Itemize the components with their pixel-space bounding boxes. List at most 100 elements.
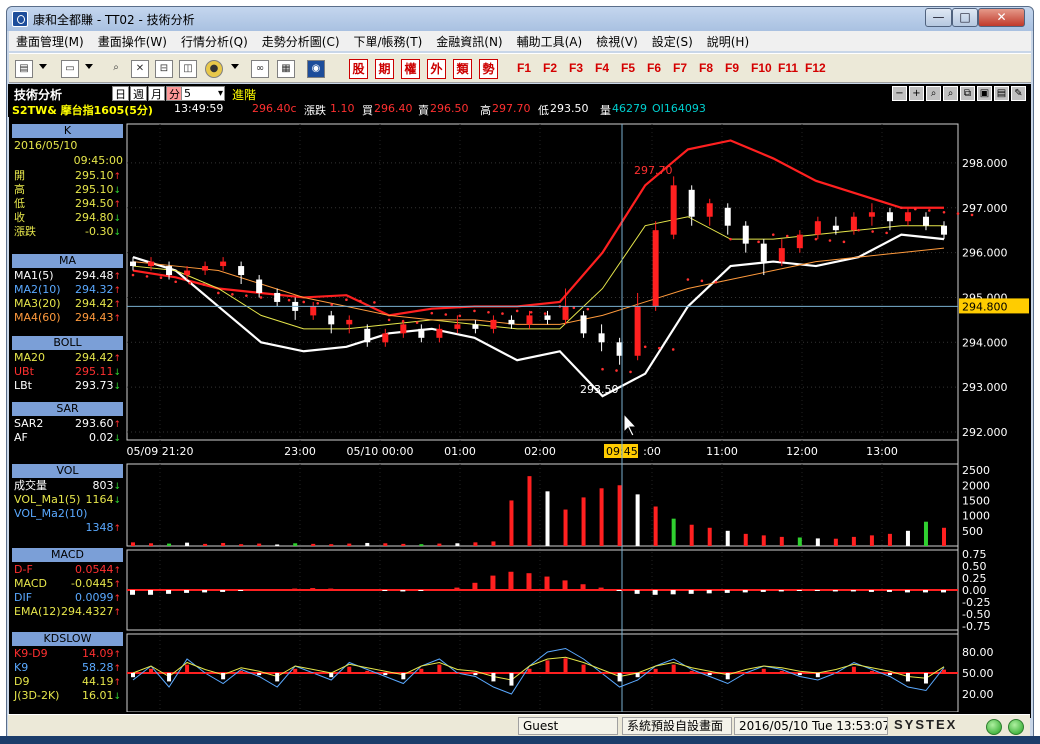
candle-body <box>508 319 515 325</box>
kd-diff-bar <box>455 673 460 674</box>
candle-body <box>580 315 587 334</box>
candle-body <box>418 328 425 338</box>
sar-point <box>714 280 718 284</box>
sar-point <box>842 240 846 244</box>
sar-point <box>174 280 177 284</box>
sar-point <box>828 239 832 242</box>
sar-point <box>473 309 476 313</box>
volume-bar <box>527 476 532 546</box>
sar-point <box>373 301 376 304</box>
kd-diff-bar <box>365 670 370 673</box>
brand-logo: SYSTEX <box>894 717 958 732</box>
volume-bar <box>455 543 460 546</box>
candle-body <box>472 324 479 329</box>
macd-hist-bar <box>796 590 802 591</box>
kd-diff-bar <box>491 673 496 682</box>
macd-hist-bar <box>616 590 622 591</box>
sar-point <box>287 298 291 302</box>
volume-bar <box>491 541 496 546</box>
candle-body <box>904 212 911 222</box>
volume-bar <box>761 535 766 546</box>
candle-body <box>184 270 191 276</box>
macd-hist-bar <box>328 588 334 590</box>
volume-bar <box>905 530 910 546</box>
connection-led-icon <box>1008 719 1024 735</box>
low-annotation: 293.50 <box>580 383 619 396</box>
kd-diff-bar <box>725 673 730 680</box>
vol-tick-label: 2000 <box>962 479 990 492</box>
macd-hist-bar <box>382 590 388 591</box>
candle-body <box>346 319 353 325</box>
vol-tick-label: 1000 <box>962 510 990 523</box>
macd-hist-bar <box>724 590 730 593</box>
candle-body <box>544 315 551 320</box>
volume-bar <box>581 497 586 546</box>
macd-hist-bar <box>400 590 406 592</box>
macd-hist-bar <box>688 590 694 594</box>
kd-diff-bar <box>671 664 676 673</box>
price-tick-label: 294.000 <box>962 336 1008 349</box>
volume-bar <box>257 543 262 546</box>
sar-point <box>970 213 974 217</box>
candle-body <box>634 306 641 356</box>
os-taskbar <box>0 736 1040 744</box>
volume-bar <box>419 544 424 546</box>
macd-hist-bar <box>886 590 892 592</box>
connection-led-icon <box>986 719 1002 735</box>
vol-tick-label: 1500 <box>962 494 990 507</box>
candle-body <box>562 306 569 320</box>
kd-diff-bar <box>545 660 550 673</box>
kd-diff-bar <box>185 664 190 673</box>
macd-hist-bar <box>310 588 316 590</box>
status-bar: Guest 系統預設自設畫面 2016/05/10 Tue 13:53:07 S… <box>8 714 1030 736</box>
kd-diff-bar <box>653 668 658 673</box>
kd-diff-bar <box>833 673 838 674</box>
sar-point <box>729 237 732 241</box>
chart-canvas[interactable]: 298.000297.000296.000295.000294.000293.0… <box>0 0 1040 712</box>
sar-point <box>302 300 306 304</box>
sar-point <box>359 299 362 303</box>
sar-point <box>529 310 533 314</box>
macd-hist-bar <box>760 590 766 592</box>
sar-point <box>501 312 504 315</box>
macd-hist-bar <box>238 590 244 591</box>
kd-diff-bar <box>221 673 226 680</box>
price-tick-label: 298.000 <box>962 157 1008 170</box>
candle-body <box>850 216 857 231</box>
macd-hist-bar <box>202 590 208 593</box>
kd-diff-bar <box>311 673 316 674</box>
candle-body <box>436 328 443 338</box>
sar-point <box>956 212 960 215</box>
sar-point <box>515 309 519 313</box>
sar-point <box>444 313 448 316</box>
volume-bar <box>797 537 802 546</box>
kd-diff-bar <box>779 670 784 673</box>
candle-body <box>778 248 785 262</box>
kd-diff-bar <box>743 673 748 674</box>
volume-bar <box>653 506 658 546</box>
kd-diff-bar <box>869 670 874 673</box>
candle-body <box>274 292 281 302</box>
sar-point <box>245 294 248 297</box>
kd-diff-bar <box>689 670 694 673</box>
macd-hist-bar <box>454 587 460 590</box>
macd-hist-bar <box>634 590 640 594</box>
candle-body <box>310 306 317 316</box>
price-marker-label: 294.800 <box>962 300 1008 313</box>
volume-bar <box>689 524 694 546</box>
sar-point <box>857 228 860 232</box>
macd-hist-bar <box>778 590 784 592</box>
candle-body <box>202 266 209 271</box>
volume-bar <box>311 543 316 546</box>
candle-body <box>886 212 893 222</box>
sar-point <box>202 283 205 286</box>
candle-body <box>832 225 839 231</box>
macd-hist-bar <box>832 590 838 592</box>
macd-hist-bar <box>941 590 946 593</box>
status-layout: 系統預設自設畫面 <box>622 717 732 735</box>
macd-hist-bar <box>706 590 712 594</box>
sar-point <box>686 278 690 281</box>
sar-point <box>145 275 149 278</box>
kd-diff-bar <box>401 673 406 680</box>
kd-diff-bar <box>815 673 820 678</box>
